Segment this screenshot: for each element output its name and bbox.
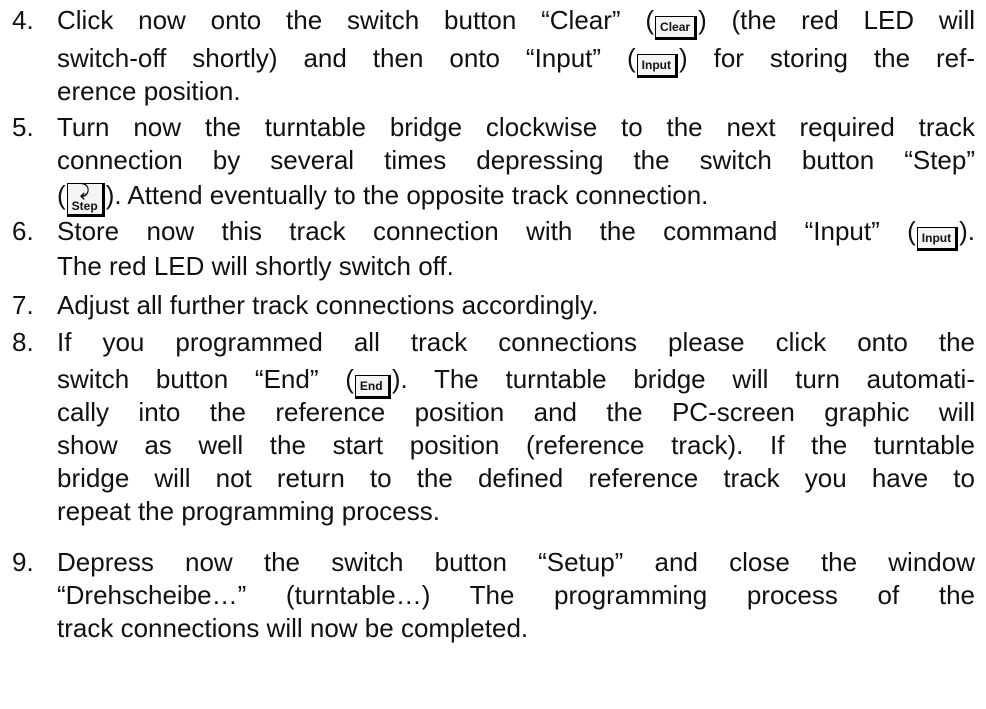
text-fragment: “Drehscheibe…” (turntable…) The programm… <box>57 580 975 610</box>
text-fragment: Click now onto the switch button “Clear”… <box>57 5 655 35</box>
text-fragment: erence position. <box>57 76 241 106</box>
list-item-number: 9. <box>12 547 34 577</box>
text-fragment: ). The turntable bridge will turn automa… <box>391 364 975 394</box>
clear-key-icon: Clear <box>655 16 698 40</box>
list-item-number: 7. <box>12 290 34 320</box>
text-fragment: ). <box>959 216 975 246</box>
key-label: Input <box>921 231 952 245</box>
list-item-number: 6. <box>12 216 34 246</box>
list-item-number: 5. <box>12 112 34 142</box>
text-line: erence position. <box>57 75 975 108</box>
text-line: show as well the start position (referen… <box>57 429 975 462</box>
text-fragment: ) for storing the ref- <box>679 43 975 73</box>
key-label: End <box>359 379 383 393</box>
key-label: Clear <box>660 20 691 34</box>
text-fragment: Depress now the switch button “Setup” an… <box>57 547 975 577</box>
text-line: connection by several times depressing t… <box>57 144 975 177</box>
text-fragment: switch button “End” ( <box>57 364 354 394</box>
text-fragment: ( <box>57 180 66 210</box>
text-line: Adjust all further track connections acc… <box>57 289 975 322</box>
text-fragment: Turn now the turntable bridge clockwise … <box>57 112 975 142</box>
key-label: Input <box>641 58 671 72</box>
text-fragment: connection by several times depressing t… <box>57 145 975 175</box>
text-fragment: ) (the red LED will <box>698 5 975 35</box>
step-key-icon: ⤸ Step <box>66 183 105 217</box>
text-line: The red LED will shortly switch off. <box>57 250 975 283</box>
list-item-number: 4. <box>12 5 34 35</box>
instruction-list: 4. Click now onto the switch button “Clea… <box>0 0 986 709</box>
text-fragment: If you programmed all track connections … <box>57 327 975 357</box>
text-line: (⤸ Step). Attend eventually to the opposi… <box>57 179 975 217</box>
text-line: Click now onto the switch button “Clear”… <box>57 4 975 40</box>
rotate-arrow-icon: ⤸ <box>79 183 90 200</box>
text-line: “Drehscheibe…” (turntable…) The programm… <box>57 579 975 612</box>
text-fragment: Adjust all further track connections acc… <box>57 290 599 320</box>
text-line: If you programmed all track connections … <box>57 326 975 359</box>
text-fragment: cally into the reference position and th… <box>57 397 975 427</box>
text-fragment: ). Attend eventually to the opposite tra… <box>105 180 709 210</box>
text-line: repeat the programming process. <box>57 495 975 528</box>
text-line: switch button “End” ( End ). The turntable… <box>57 363 975 399</box>
text-fragment: bridge will not return to the defined re… <box>57 463 975 493</box>
text-line: Depress now the switch button “Setup” an… <box>57 546 975 579</box>
input-key-icon: Input <box>916 227 959 251</box>
text-line: Turn now the turntable bridge clockwise … <box>57 111 975 144</box>
text-line: cally into the reference position and th… <box>57 396 975 429</box>
key-label: Step <box>71 199 98 213</box>
text-line: Store now this track connection with the… <box>57 215 975 251</box>
text-line: switch-off shortly) and then onto “Input… <box>57 42 975 78</box>
list-item-number: 8. <box>12 327 34 357</box>
text-fragment: switch-off shortly) and then onto “Input… <box>57 43 636 73</box>
text-fragment: show as well the start position (referen… <box>57 430 975 460</box>
text-fragment: The red LED will shortly switch off. <box>57 251 454 281</box>
text-line: track connections will now be completed. <box>57 612 975 645</box>
text-fragment: Store now this track connection with the… <box>57 216 916 246</box>
text-fragment: repeat the programming process. <box>57 496 440 526</box>
text-line: bridge will not return to the defined re… <box>57 462 975 495</box>
text-fragment: track connections will now be completed. <box>57 613 529 643</box>
